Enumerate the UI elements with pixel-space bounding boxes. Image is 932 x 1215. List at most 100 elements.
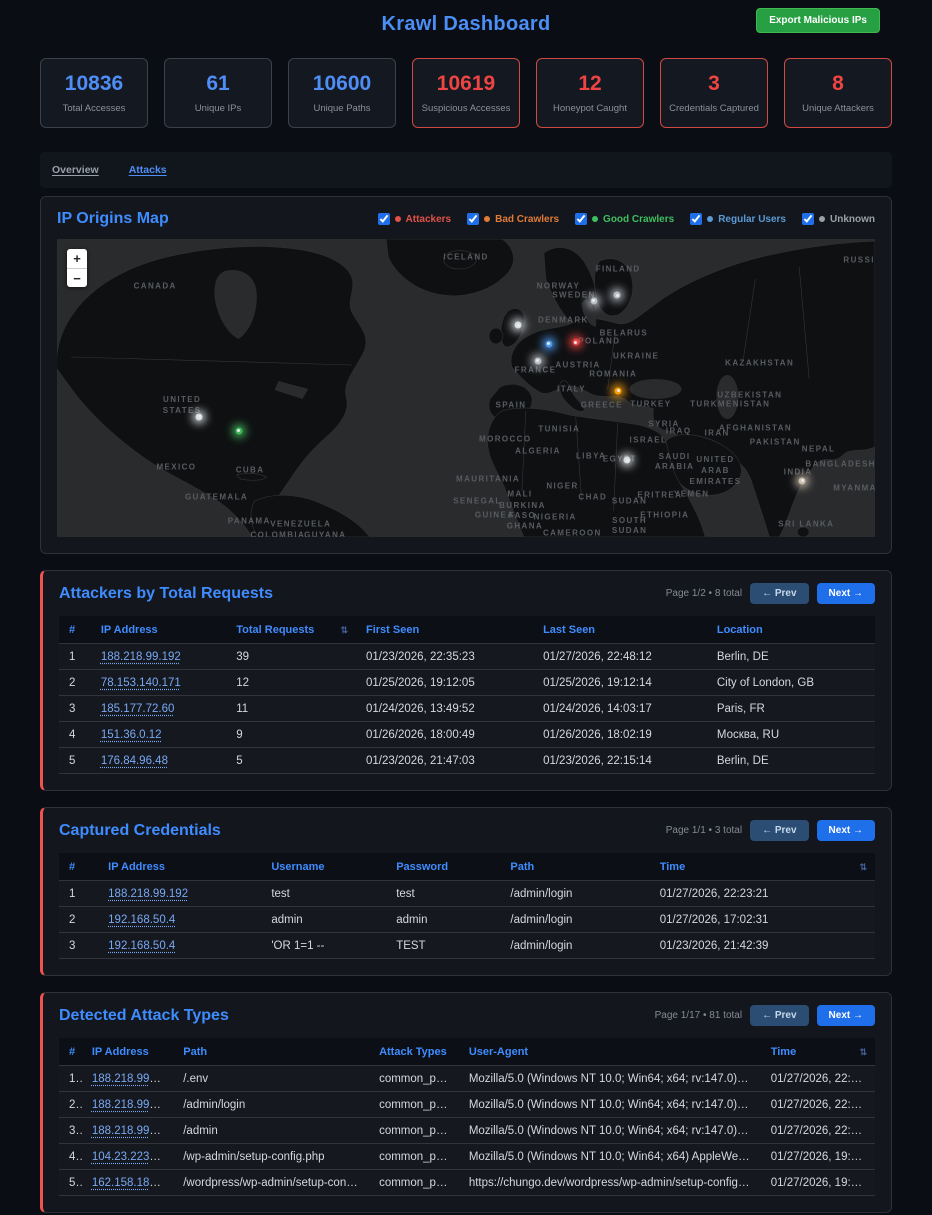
map-zoom-control: + −	[67, 249, 87, 287]
column-header-label: IP Address	[101, 624, 158, 636]
ip-address-link[interactable]: 162.158.182.104	[92, 1177, 173, 1189]
legend-item-unknown[interactable]: Unknown	[802, 213, 875, 225]
credentials-prev-button[interactable]: ← Prev	[750, 820, 808, 841]
cell-username: admin	[261, 907, 386, 933]
table-header-row: #IP AddressPathAttack TypesUser-AgentTim…	[59, 1038, 875, 1066]
map-marker-unknown[interactable]	[196, 413, 203, 420]
cell-ip-address: 185.177.72.60	[91, 696, 226, 722]
ip-address-link[interactable]: 185.177.72.60	[101, 703, 175, 715]
map-zoom-in-button[interactable]: +	[67, 249, 87, 268]
cell-ip-address: 176.84.96.48	[91, 748, 226, 774]
legend-checkbox-unknown[interactable]	[802, 213, 814, 225]
cell-password: admin	[386, 907, 500, 933]
cell-password: TEST	[386, 933, 500, 959]
column-header-label: Time	[660, 861, 685, 873]
stat-card-unique-paths: 10600 Unique Paths	[288, 58, 396, 128]
tab-overview[interactable]: Overview	[52, 164, 99, 176]
ip-address-link[interactable]: 151.36.0.12	[101, 729, 162, 741]
column-header-username: Username	[261, 853, 386, 881]
export-malicious-ips-button[interactable]: Export Malicious IPs	[756, 8, 880, 33]
world-map[interactable]: + − CANADAICELANDRUSSIAUNITED STATESMEXI…	[57, 239, 875, 537]
column-header-label: Username	[271, 861, 324, 873]
sort-icon[interactable]: ⇅	[340, 625, 348, 636]
map-marker-dot	[547, 342, 550, 345]
map-zoom-out-button[interactable]: −	[67, 268, 87, 287]
attackers-prev-button[interactable]: ← Prev	[750, 583, 808, 604]
cell-ip-address: 188.218.99.192	[91, 644, 226, 670]
legend-label: Unknown	[830, 214, 875, 225]
ip-address-link[interactable]: 192.168.50.4	[108, 914, 175, 926]
legend-item-bad-crawlers[interactable]: Bad Crawlers	[467, 213, 559, 225]
ip-address-link[interactable]: 78.153.140.171	[101, 677, 181, 689]
attack-types-prev-button[interactable]: ← Prev	[750, 1005, 808, 1026]
cell-num: 5	[59, 1170, 82, 1196]
map-marker-attacker[interactable]	[572, 339, 579, 346]
map-marker-dot	[592, 299, 595, 302]
map-marker-unknown[interactable]	[515, 322, 522, 329]
dashboard-root: Krawl Dashboard Export Malicious IPs 108…	[0, 0, 932, 1213]
cell-location: Москва, RU	[707, 722, 875, 748]
credentials-next-button[interactable]: Next →	[817, 820, 875, 841]
map-marker-unknown[interactable]	[614, 292, 621, 299]
legend-checkbox-attackers[interactable]	[378, 213, 390, 225]
stat-label: Credentials Captured	[669, 103, 759, 114]
column-header-password: Password	[386, 853, 500, 881]
ip-address-link[interactable]: 188.218.99.192	[92, 1073, 172, 1085]
map-marker-dot	[616, 294, 619, 297]
stat-value: 10600	[313, 72, 371, 96]
cell-last-seen: 01/26/2026, 18:02:19	[533, 722, 707, 748]
legend-item-regular-users[interactable]: Regular Users	[690, 213, 786, 225]
map-marker-unknown[interactable]	[590, 297, 597, 304]
cell-attack-types: common_probes	[369, 1092, 459, 1118]
stat-value: 10836	[65, 72, 123, 96]
attackers-next-button[interactable]: Next →	[817, 583, 875, 604]
map-marker-unknown[interactable]	[624, 457, 631, 464]
cell-ip-address: 188.218.99.192	[82, 1066, 173, 1092]
cell-user-agent: Mozilla/5.0 (Windows NT 10.0; Win64; x64…	[459, 1092, 761, 1118]
legend-item-good-crawlers[interactable]: Good Crawlers	[575, 213, 674, 225]
cell-last-seen: 01/27/2026, 22:48:12	[533, 644, 707, 670]
world-map-tiles	[57, 239, 875, 537]
table-header-row: #IP AddressTotal Requests⇅First SeenLast…	[59, 616, 875, 644]
sort-icon[interactable]: ⇅	[859, 1047, 867, 1058]
column-header-time: Time ⇅	[650, 853, 875, 881]
legend-dot-icon	[592, 216, 598, 222]
tab-attacks[interactable]: Attacks	[129, 164, 167, 176]
map-marker-dot	[198, 415, 201, 418]
legend-checkbox-good-crawlers[interactable]	[575, 213, 587, 225]
map-marker-dot	[626, 459, 629, 462]
stat-label: Unique Paths	[313, 103, 370, 114]
legend-item-attackers[interactable]: Attackers	[378, 213, 452, 225]
cell-username: test	[261, 881, 386, 907]
map-marker-good-crawler[interactable]	[235, 427, 242, 434]
credentials-page-info: Page 1/1 • 3 total	[666, 825, 742, 836]
map-marker-regular-user[interactable]	[545, 340, 552, 347]
map-marker-unknown[interactable]	[534, 357, 541, 364]
column-header-label: First Seen	[366, 624, 419, 636]
cell-ip-address: 188.218.99.192	[98, 881, 261, 907]
ip-address-link[interactable]: 192.168.50.4	[108, 940, 175, 952]
cell-password: test	[386, 881, 500, 907]
ip-address-link[interactable]: 188.218.99.192	[92, 1099, 172, 1111]
cell-ip-address: 78.153.140.171	[91, 670, 226, 696]
cell-ip-address: 162.158.182.104	[82, 1170, 173, 1196]
ip-address-link[interactable]: 104.23.223.128	[92, 1151, 172, 1163]
attack-types-section-title: Detected Attack Types	[59, 1007, 229, 1025]
column-header-num: #	[59, 853, 98, 881]
table-row: 2188.218.99.192/admin/logincommon_probes…	[59, 1092, 875, 1118]
ip-address-link[interactable]: 176.84.96.48	[101, 755, 168, 767]
ip-address-link[interactable]: 188.218.99.192	[92, 1125, 172, 1137]
legend-checkbox-bad-crawlers[interactable]	[467, 213, 479, 225]
sort-icon[interactable]: ⇅	[859, 862, 867, 873]
column-header-label: Attack Types	[379, 1046, 447, 1058]
map-marker-bad-crawler[interactable]	[615, 387, 622, 394]
ip-address-link[interactable]: 188.218.99.192	[108, 888, 188, 900]
ip-address-link[interactable]: 188.218.99.192	[101, 651, 181, 663]
attack-types-next-button[interactable]: Next →	[817, 1005, 875, 1026]
map-marker-unknown[interactable]	[799, 477, 806, 484]
cell-num: 2	[59, 670, 91, 696]
legend-checkbox-regular-users[interactable]	[690, 213, 702, 225]
table-row: 1188.218.99.192/.envcommon_probesMozilla…	[59, 1066, 875, 1092]
credentials-section-title: Captured Credentials	[59, 822, 221, 840]
cell-ip-address: 192.168.50.4	[98, 907, 261, 933]
